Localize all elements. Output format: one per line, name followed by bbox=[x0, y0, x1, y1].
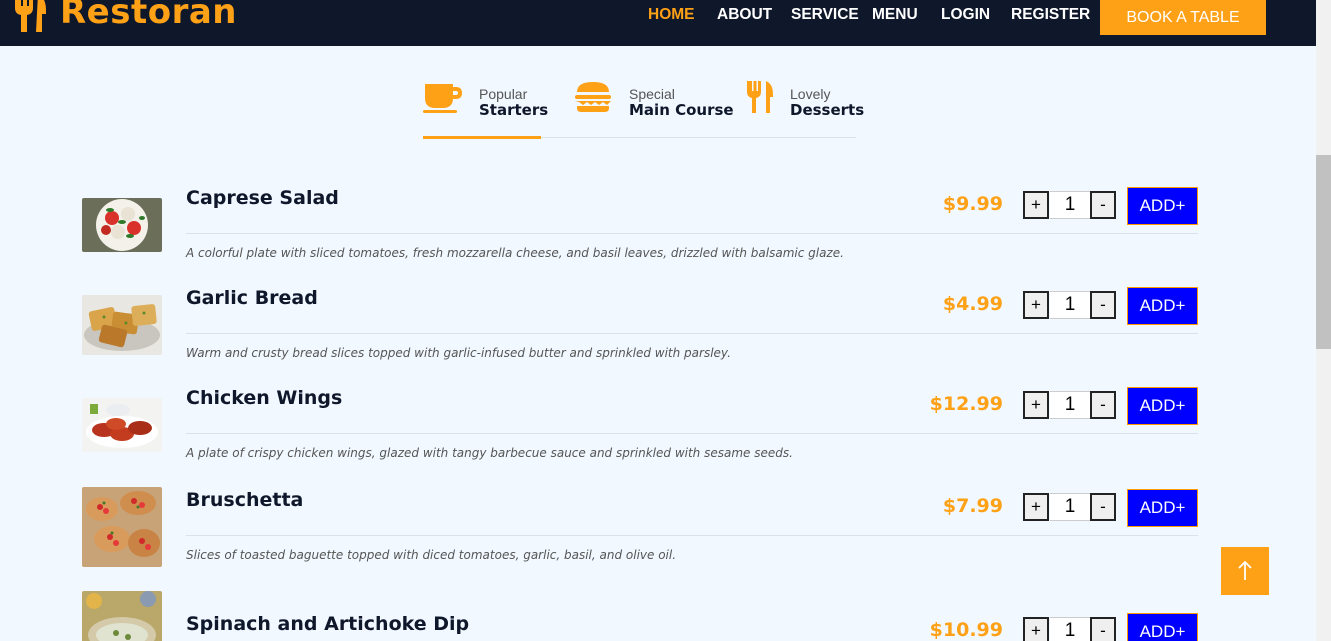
qty-increase-button[interactable]: + bbox=[1023, 617, 1049, 641]
item-price: $9.99 bbox=[942, 193, 1003, 215]
qty-field[interactable]: 1 bbox=[1050, 617, 1090, 641]
qty-increase-button[interactable]: + bbox=[1023, 291, 1049, 319]
utensils-icon bbox=[747, 81, 773, 113]
tab-main-course-title: Main Course bbox=[629, 101, 734, 119]
qty-decrease-button[interactable]: - bbox=[1090, 493, 1116, 521]
active-tab-indicator bbox=[423, 136, 541, 139]
tab-main-course[interactable]: Special Main Course bbox=[573, 80, 734, 119]
qty-decrease-button[interactable]: - bbox=[1090, 617, 1116, 641]
brand-name: Restoran bbox=[60, 0, 238, 32]
qty-field[interactable]: 1 bbox=[1050, 291, 1090, 319]
tab-starters[interactable]: Popular Starters bbox=[423, 80, 548, 119]
add-to-cart-button[interactable]: ADD+ bbox=[1127, 187, 1198, 225]
nav-link-home[interactable]: HOME bbox=[648, 6, 695, 24]
item-divider bbox=[186, 333, 1198, 334]
tab-starters-title: Starters bbox=[479, 101, 549, 119]
tab-main-course-subtitle: Special bbox=[629, 86, 675, 102]
navbar: Restoran HOME ABOUT SERVICE MENU LOGIN R… bbox=[0, 0, 1316, 46]
item-price: $4.99 bbox=[942, 293, 1003, 315]
qty-increase-button[interactable]: + bbox=[1023, 391, 1049, 419]
qty-field[interactable]: 1 bbox=[1050, 191, 1090, 219]
nav-link-register[interactable]: REGISTER bbox=[1011, 6, 1090, 24]
qty-decrease-button[interactable]: - bbox=[1090, 391, 1116, 419]
chicken-wings-image bbox=[82, 398, 162, 452]
qty-decrease-button[interactable]: - bbox=[1090, 191, 1116, 219]
menu-tabs: Popular Starters Special Main Course Lov… bbox=[423, 80, 864, 139]
spinach-artichoke-dip-image bbox=[82, 591, 162, 641]
book-table-button[interactable]: BOOK A TABLE bbox=[1100, 0, 1266, 35]
item-divider bbox=[186, 433, 1198, 434]
add-to-cart-button[interactable]: ADD+ bbox=[1127, 489, 1198, 527]
add-to-cart-button[interactable]: ADD+ bbox=[1127, 287, 1198, 325]
item-description: A colorful plate with sliced tomatoes, f… bbox=[186, 246, 844, 260]
item-name: Caprese Salad bbox=[186, 187, 339, 209]
item-name: Garlic Bread bbox=[186, 287, 318, 309]
arrow-up-icon bbox=[1238, 561, 1252, 580]
qty-decrease-button[interactable]: - bbox=[1090, 291, 1116, 319]
tab-desserts[interactable]: Lovely Desserts bbox=[746, 80, 864, 119]
item-description: Warm and crusty bread slices topped with… bbox=[186, 346, 731, 360]
qty-increase-button[interactable]: + bbox=[1023, 493, 1049, 521]
item-divider bbox=[186, 233, 1198, 234]
add-to-cart-button[interactable]: ADD+ bbox=[1127, 613, 1198, 641]
nav-link-service[interactable]: SERVICE bbox=[791, 6, 859, 24]
tab-starters-subtitle: Popular bbox=[479, 86, 528, 102]
bruschetta-image bbox=[82, 487, 162, 567]
brand-logo[interactable]: Restoran bbox=[12, 0, 237, 32]
caprese-salad-image bbox=[82, 198, 162, 252]
nav-link-login[interactable]: LOGIN bbox=[941, 6, 990, 24]
qty-increase-button[interactable]: + bbox=[1023, 191, 1049, 219]
item-description: Slices of toasted baguette topped with d… bbox=[186, 548, 677, 562]
item-name: Spinach and Artichoke Dip bbox=[186, 613, 470, 635]
utensils-icon bbox=[15, 0, 46, 32]
item-price: $7.99 bbox=[942, 495, 1003, 517]
qty-field[interactable]: 1 bbox=[1050, 493, 1090, 521]
item-price: $10.99 bbox=[929, 619, 1003, 641]
item-description: A plate of crispy chicken wings, glazed … bbox=[186, 446, 793, 460]
item-divider bbox=[186, 535, 1198, 536]
item-price: $12.99 bbox=[929, 393, 1003, 415]
nav-link-about[interactable]: ABOUT bbox=[717, 6, 772, 24]
item-name: Bruschetta bbox=[186, 489, 304, 511]
item-name: Chicken Wings bbox=[186, 387, 343, 409]
page-scrollbar-thumb[interactable] bbox=[1316, 155, 1331, 349]
tab-desserts-title: Desserts bbox=[790, 101, 865, 119]
add-to-cart-button[interactable]: ADD+ bbox=[1127, 387, 1198, 425]
garlic-bread-image bbox=[82, 295, 162, 355]
nav-link-menu[interactable]: MENU bbox=[872, 6, 918, 24]
coffee-cup-icon bbox=[423, 84, 462, 113]
back-to-top-button[interactable] bbox=[1221, 547, 1269, 595]
qty-field[interactable]: 1 bbox=[1050, 391, 1090, 419]
hamburger-icon bbox=[575, 82, 611, 112]
tab-desserts-subtitle: Lovely bbox=[790, 86, 831, 102]
